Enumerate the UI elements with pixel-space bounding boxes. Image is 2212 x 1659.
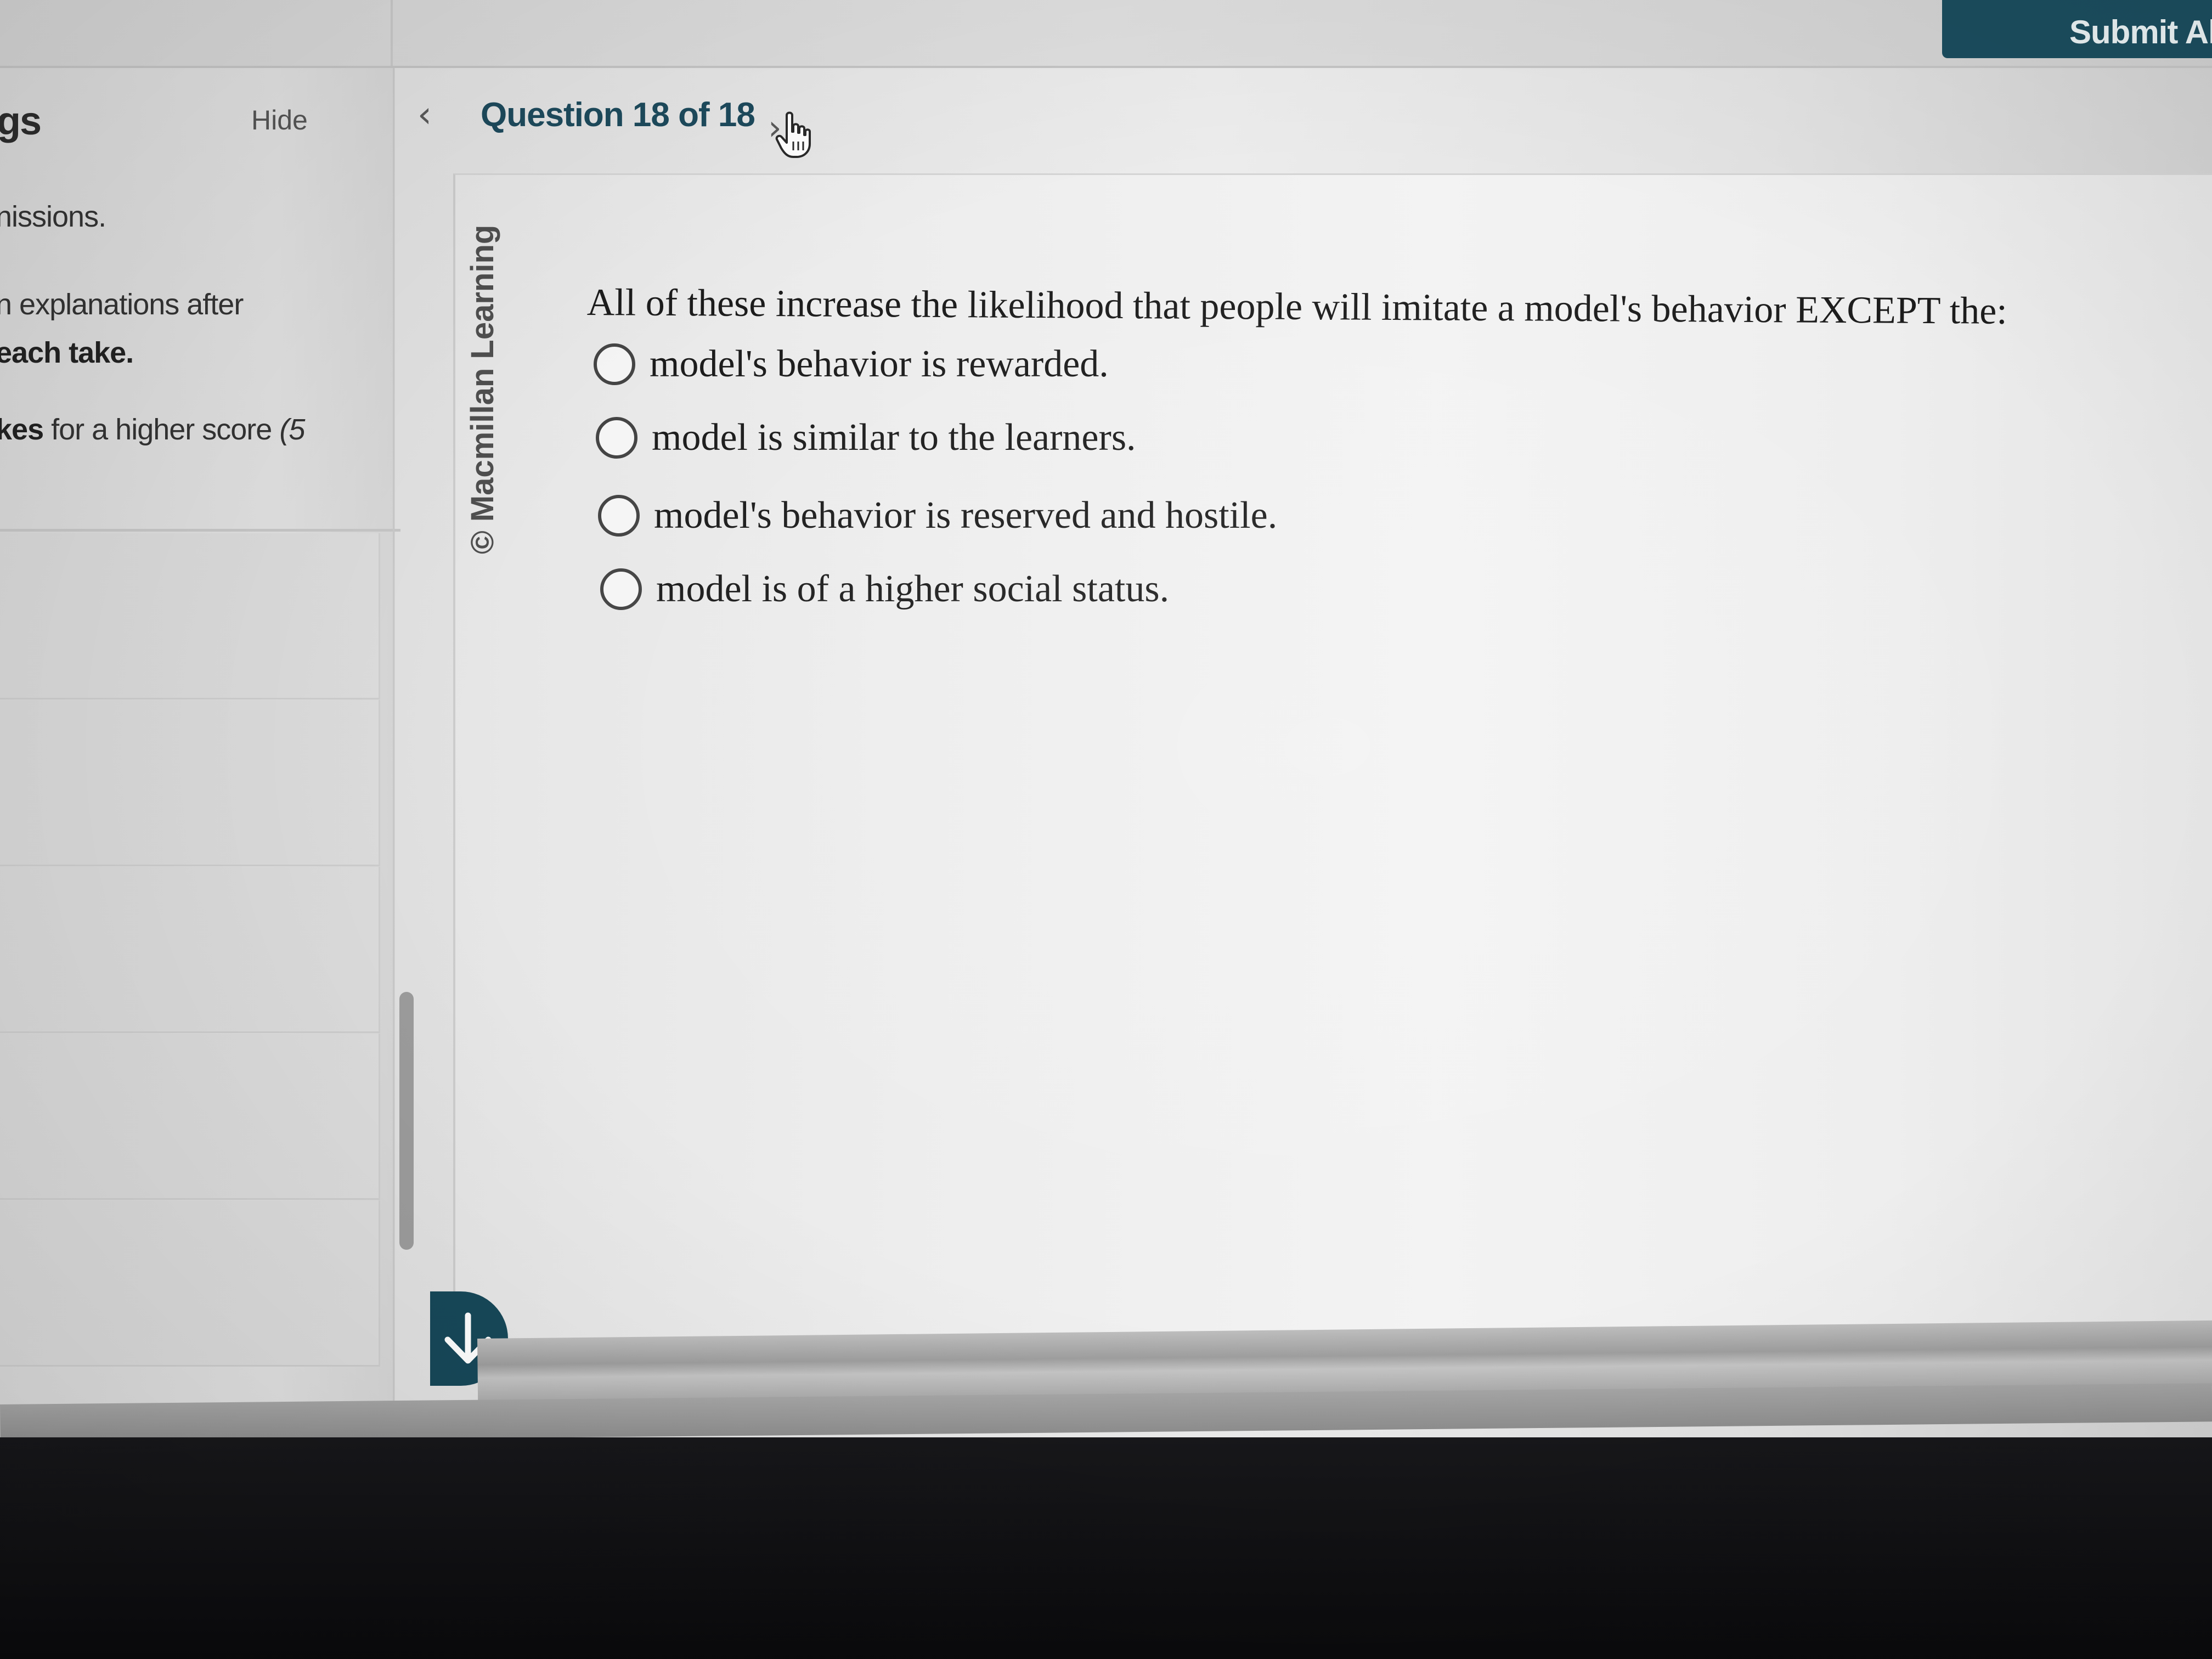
answer-option-label[interactable]: model's behavior is rewarded. bbox=[650, 342, 1109, 386]
answer-option-label[interactable]: model is similar to the learners. bbox=[652, 416, 1136, 460]
sidebar-divider bbox=[0, 529, 400, 532]
sidebar: gs Hide nissions. n explanations after e… bbox=[0, 68, 400, 1437]
sidebar-list-row[interactable] bbox=[0, 700, 380, 866]
answer-option[interactable]: model is of a higher social status. bbox=[600, 567, 1169, 611]
answer-option[interactable]: model's behavior is rewarded. bbox=[594, 342, 1109, 386]
radio-button[interactable] bbox=[598, 495, 640, 537]
question-stem: All of these increase the likelihood tha… bbox=[586, 281, 2007, 332]
answer-option-label[interactable]: model is of a higher social status. bbox=[656, 567, 1169, 611]
answer-option-label[interactable]: model's behavior is reserved and hostile… bbox=[654, 494, 1277, 538]
sidebar-list-row[interactable] bbox=[0, 1200, 380, 1367]
question-counter: Question 18 of 18 bbox=[481, 96, 755, 134]
top-bar bbox=[0, 0, 2212, 68]
previous-question-button[interactable]: ‹ bbox=[408, 92, 441, 136]
sidebar-title: gs bbox=[0, 99, 42, 143]
sidebar-text-line: nissions. bbox=[0, 200, 106, 233]
sidebar-scrollbar[interactable] bbox=[399, 992, 414, 1250]
hand-pointer-icon bbox=[775, 111, 811, 158]
sidebar-list-row[interactable] bbox=[0, 533, 380, 699]
answer-option[interactable]: model is similar to the learners. bbox=[596, 416, 1136, 460]
sidebar-edge bbox=[393, 68, 394, 1429]
top-bar-divider bbox=[391, 0, 393, 66]
radio-button[interactable] bbox=[594, 343, 635, 385]
sidebar-text-line: n explanations after bbox=[0, 288, 244, 321]
answer-option[interactable]: model's behavior is reserved and hostile… bbox=[598, 494, 1277, 538]
monitor-bezel bbox=[0, 1437, 2212, 1659]
sidebar-text-line: each take. bbox=[0, 336, 134, 369]
sidebar-list-row[interactable] bbox=[0, 1034, 380, 1200]
sidebar-text-line: kes for a higher score (5 bbox=[0, 413, 305, 446]
screen: Submit All gs Hide nissions. n explanati… bbox=[0, 0, 2212, 1437]
submit-all-button[interactable]: Submit All bbox=[1942, 0, 2212, 58]
hide-sidebar-button[interactable]: Hide bbox=[251, 104, 308, 136]
macmillan-watermark: © Macmillan Learning bbox=[465, 224, 500, 554]
sidebar-list-row[interactable] bbox=[0, 867, 380, 1033]
radio-button[interactable] bbox=[600, 568, 642, 610]
chevron-left-icon: ‹ bbox=[417, 93, 432, 136]
radio-button[interactable] bbox=[596, 417, 637, 459]
